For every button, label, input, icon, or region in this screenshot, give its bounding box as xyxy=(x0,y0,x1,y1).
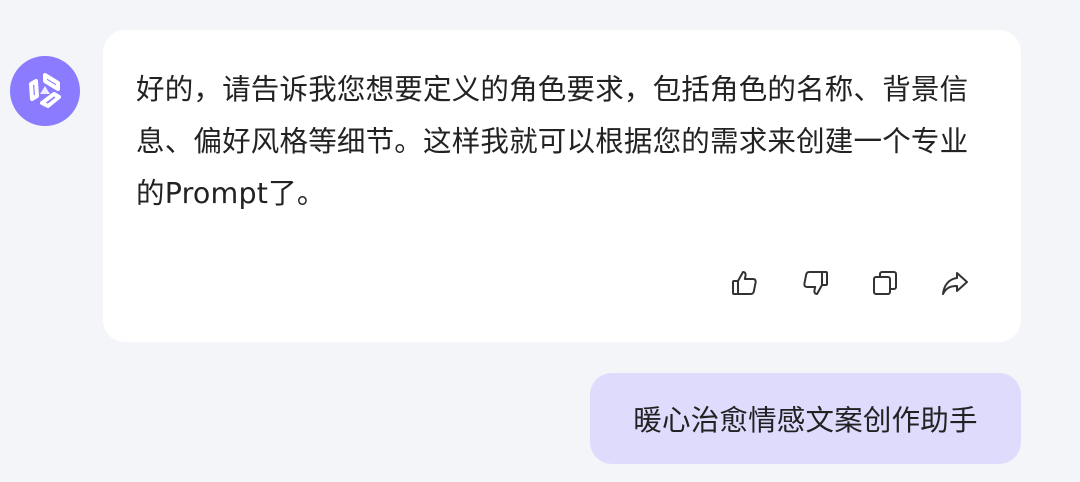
copy-button[interactable] xyxy=(867,265,903,301)
message-actions xyxy=(727,265,973,301)
chat-thread: 好的，请告诉我您想要定义的角色要求，包括角色的名称、背景信息、偏好风格等细节。这… xyxy=(0,0,1080,482)
assistant-message-bubble: 好的，请告诉我您想要定义的角色要求，包括角色的名称、背景信息、偏好风格等细节。这… xyxy=(103,30,1021,342)
share-icon xyxy=(942,272,968,295)
assistant-logo-icon xyxy=(29,73,61,108)
thumbs-up-icon xyxy=(732,271,757,295)
assistant-message-text: 好的，请告诉我您想要定义的角色要求，包括角色的名称、背景信息、偏好风格等细节。这… xyxy=(136,73,969,210)
copy-icon xyxy=(873,271,897,295)
user-message-bubble: 暖心治愈情感文案创作助手 xyxy=(590,373,1021,464)
assistant-avatar xyxy=(10,56,80,126)
user-message-text: 暖心治愈情感文案创作助手 xyxy=(633,404,978,437)
like-button[interactable] xyxy=(727,265,763,301)
share-button[interactable] xyxy=(937,265,973,301)
thumbs-down-icon xyxy=(803,271,828,295)
dislike-button[interactable] xyxy=(797,265,833,301)
